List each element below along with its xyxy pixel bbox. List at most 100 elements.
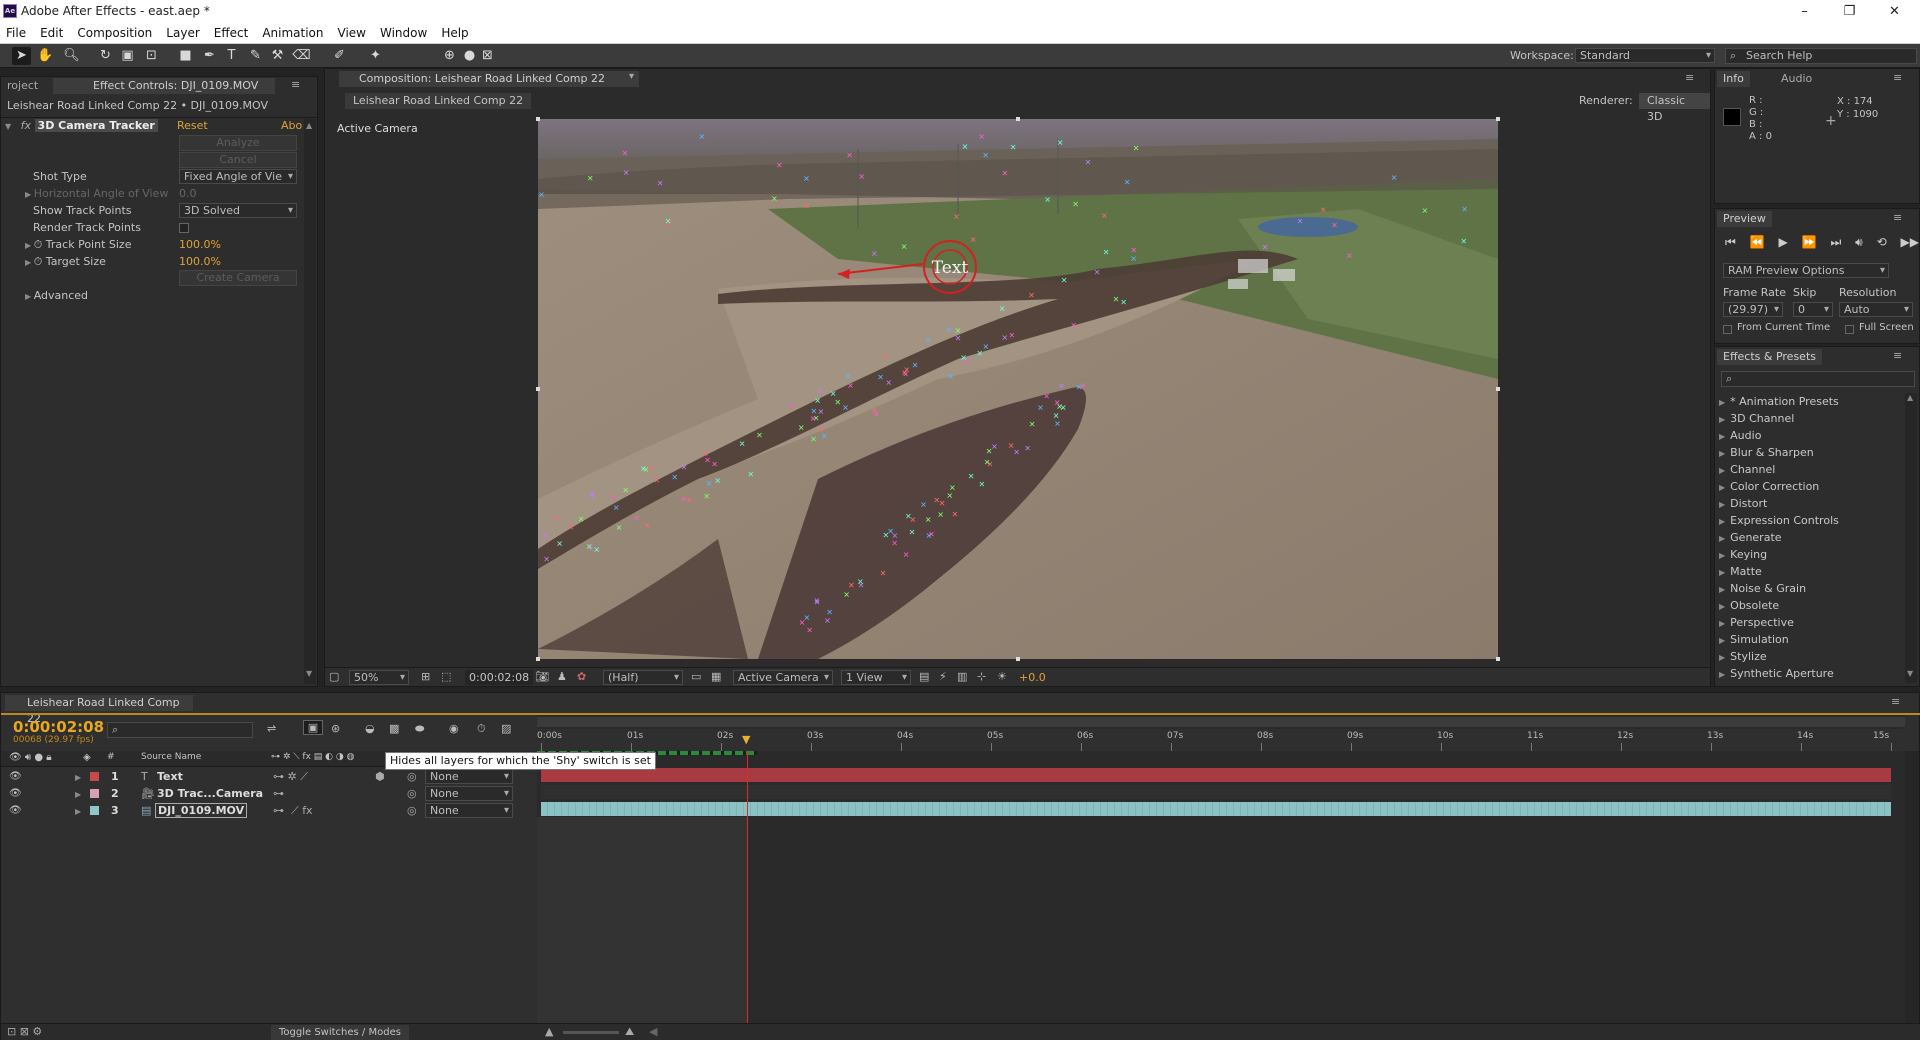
playhead-icon[interactable]: ▼ bbox=[742, 733, 750, 746]
layer-bar-footage[interactable] bbox=[541, 802, 1891, 816]
comp-dropdown-icon[interactable]: ▾ bbox=[629, 71, 634, 82]
roto-brush-tool-icon[interactable]: ✐ bbox=[330, 47, 349, 65]
effects-category[interactable]: ▶ Audio bbox=[1719, 427, 1903, 444]
parent-pickwhip-icon[interactable]: ◎ bbox=[407, 802, 417, 819]
effects-category[interactable]: ▶ Simulation bbox=[1719, 631, 1903, 648]
switches-icons[interactable]: ⊶ bbox=[273, 785, 284, 802]
effects-category[interactable]: ▶ Color Correction bbox=[1719, 478, 1903, 495]
eye-icon[interactable]: 👁︎ bbox=[9, 768, 22, 785]
tab-timeline[interactable]: Leishear Road Linked Comp 22 bbox=[5, 695, 193, 725]
motion-blur-icon[interactable]: ◒ bbox=[365, 722, 375, 735]
brainstorm-icon[interactable]: ▩ bbox=[389, 722, 399, 735]
frame-rate-dropdown[interactable]: (29.97) bbox=[1723, 302, 1783, 317]
effects-category[interactable]: ▶ Distort bbox=[1719, 495, 1903, 512]
live-update-icon[interactable]: ▨ bbox=[501, 722, 511, 735]
zoom-in-mountain-icon[interactable]: ⛰ bbox=[625, 1025, 634, 1039]
graph-editor-icon[interactable]: ◉ bbox=[449, 722, 459, 735]
layer-bar-camera[interactable] bbox=[541, 785, 1891, 799]
panel-menu-icon[interactable]: ≡ bbox=[291, 78, 300, 91]
pen-tool-icon[interactable]: ✒ bbox=[200, 47, 219, 65]
panel-menu-icon[interactable]: ≡ bbox=[1893, 349, 1902, 362]
timeline-graph[interactable]: 0:00s 01s 02s 03s 04s 05s 06s 07s 08s 09s 10s 11s 12… bbox=[537, 715, 1905, 1039]
handle-mr[interactable] bbox=[1496, 387, 1500, 391]
camera-orbit-tool-icon[interactable]: ▣ bbox=[118, 47, 137, 65]
timeline-scrollbar[interactable] bbox=[1905, 751, 1919, 1027]
parent-pickwhip-icon[interactable]: ◎ bbox=[407, 768, 417, 785]
loop-icon[interactable]: ⟲ bbox=[1877, 235, 1887, 250]
timeline-search-input[interactable]: ⌕ bbox=[107, 722, 253, 738]
handle-br[interactable] bbox=[1496, 657, 1500, 661]
layer-row[interactable]: 👁︎ ▶ 3 ▤ DJI_0109.MOV ⊶ ⟋ fx ◎ None bbox=[1, 802, 535, 819]
layer-name[interactable]: DJI_0109.MOV bbox=[155, 803, 248, 818]
reset-link[interactable]: Reset bbox=[177, 117, 208, 134]
effects-category[interactable]: ▶ Obsolete bbox=[1719, 597, 1903, 614]
scroll-left-icon[interactable]: ◀ bbox=[649, 1025, 657, 1038]
advanced-group[interactable]: ▶ Advanced bbox=[25, 287, 88, 304]
view-axis-icon[interactable]: ⊠ bbox=[478, 47, 497, 65]
handle-bl[interactable] bbox=[536, 657, 540, 661]
comp-breadcrumb[interactable]: Leishear Road Linked Comp 22 bbox=[345, 93, 532, 109]
label-color[interactable] bbox=[90, 806, 99, 815]
parent-dropdown[interactable]: None bbox=[425, 769, 513, 784]
comp-mini-flowchart-icon[interactable]: ⇌ bbox=[267, 722, 276, 735]
footer-icons[interactable]: ⊡ ⊠ ⚙ bbox=[7, 1025, 42, 1038]
timeline-current-time[interactable]: 0:00:02:08 bbox=[13, 718, 104, 736]
rectangle-tool-icon[interactable]: ■ bbox=[176, 47, 195, 65]
label-color[interactable] bbox=[90, 789, 99, 798]
exposure-value[interactable]: +0.0 bbox=[1019, 671, 1046, 684]
skip-dropdown[interactable]: 0 bbox=[1793, 302, 1833, 317]
view-layout-dropdown[interactable]: 1 View bbox=[841, 670, 911, 685]
tab-info[interactable]: Info bbox=[1717, 71, 1750, 87]
type-tool-icon[interactable]: T bbox=[222, 47, 241, 65]
create-camera-button[interactable]: Create Camera bbox=[179, 270, 297, 286]
layer-bar-text[interactable] bbox=[541, 768, 1891, 782]
play-icon[interactable]: ▶ bbox=[1779, 235, 1788, 250]
auto-keyframe-icon[interactable]: ⏱ bbox=[477, 722, 486, 736]
ram-preview-icon[interactable]: ▶▶ bbox=[1901, 235, 1919, 250]
effects-category[interactable]: ▶ 3D Channel bbox=[1719, 410, 1903, 427]
target-size-value[interactable]: 100.0% bbox=[179, 253, 221, 270]
effects-category[interactable]: ▶ Stylize bbox=[1719, 648, 1903, 665]
handle-tm[interactable] bbox=[1016, 117, 1020, 121]
panel-menu-icon[interactable]: ≡ bbox=[1685, 71, 1694, 84]
tab-effect-controls[interactable]: Effect Controls: DJI_0109.MOV bbox=[53, 78, 275, 94]
tab-composition[interactable]: Composition: Leishear Road Linked Comp 2… bbox=[339, 71, 639, 87]
shy-layers-button-icon[interactable]: ▣ bbox=[303, 720, 323, 735]
effects-category[interactable]: ▶ Generate bbox=[1719, 529, 1903, 546]
effects-scrollbar[interactable]: ▲ ▼ bbox=[1905, 393, 1917, 683]
timeline-icon[interactable]: ▥ bbox=[957, 670, 967, 683]
eraser-tool-icon[interactable]: ⌫ bbox=[292, 47, 311, 65]
effects-category[interactable]: ▶ Channel bbox=[1719, 461, 1903, 478]
camera-view-dropdown[interactable]: Active Camera bbox=[733, 670, 833, 685]
panel-menu-icon[interactable]: ≡ bbox=[1893, 71, 1902, 84]
effects-search-input[interactable]: ⌕ bbox=[1721, 371, 1915, 387]
menu-file[interactable]: File bbox=[6, 26, 26, 40]
handle-bm[interactable] bbox=[1016, 657, 1020, 661]
menu-window[interactable]: Window bbox=[380, 26, 427, 40]
time-navigator[interactable] bbox=[537, 717, 1905, 727]
rotate-tool-icon[interactable]: ↻ bbox=[96, 47, 115, 65]
puppet-pin-tool-icon[interactable]: ✦ bbox=[366, 47, 385, 65]
zoom-out-mountain-icon[interactable]: ▲ bbox=[545, 1025, 553, 1038]
effects-category[interactable]: ▶ Expression Controls bbox=[1719, 512, 1903, 529]
world-axis-icon[interactable]: ● bbox=[460, 47, 479, 65]
close-button[interactable]: ✕ bbox=[1872, 0, 1917, 23]
tab-project[interactable]: roject bbox=[1, 78, 44, 94]
cancel-button[interactable]: Cancel bbox=[179, 152, 297, 168]
layer-row[interactable]: 👁︎ ▶ 2 🎥︎ 3D Trac...Camera ⊶ ◎ None bbox=[1, 785, 535, 802]
timeline-zoom-slider[interactable] bbox=[563, 1031, 619, 1034]
resolution-dropdown[interactable]: Auto bbox=[1839, 302, 1913, 317]
menu-edit[interactable]: Edit bbox=[40, 26, 63, 40]
switches-icons[interactable]: ⊶ ✲ ⟋ bbox=[273, 768, 308, 785]
current-time[interactable]: 0:00:02:08 bbox=[465, 670, 534, 685]
full-screen-checkbox[interactable] bbox=[1845, 325, 1854, 334]
maximize-button[interactable]: ❐ bbox=[1827, 0, 1872, 23]
menu-effect[interactable]: Effect bbox=[214, 26, 249, 40]
audio-icon[interactable]: 🔊︎ bbox=[1855, 235, 1863, 250]
panel-menu-icon[interactable]: ≡ bbox=[1891, 695, 1900, 708]
expand-triangle-icon[interactable]: ▶ bbox=[75, 785, 81, 803]
track-point-size-value[interactable]: 100.0% bbox=[179, 236, 221, 253]
pan-behind-tool-icon[interactable]: ⊡ bbox=[142, 47, 161, 65]
layer-row[interactable]: 👁︎ ▶ 1 T Text ⊶ ✲ ⟋ ⬢ ◎ None bbox=[1, 768, 535, 785]
expand-triangle-icon[interactable]: ▼ bbox=[5, 122, 11, 131]
